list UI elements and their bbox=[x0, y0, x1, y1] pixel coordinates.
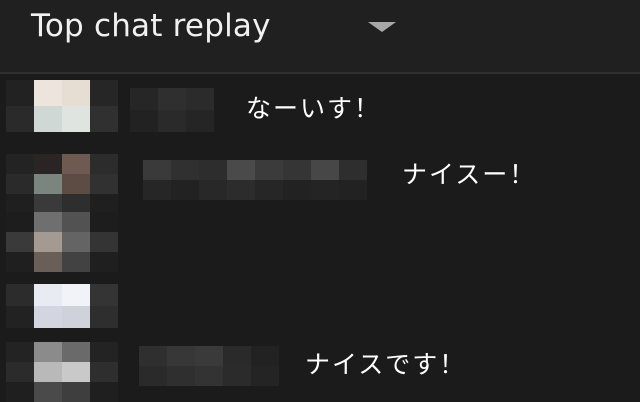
chat-message-text: ナイスです！ bbox=[305, 350, 467, 379]
chat-message-list[interactable]: なーいす！ ナイスー！ ナイスです！ bbox=[0, 74, 640, 402]
avatar[interactable] bbox=[6, 212, 118, 272]
author-name[interactable] bbox=[130, 88, 214, 132]
chat-message: なーいす！ bbox=[0, 74, 640, 134]
chat-mode-title[interactable]: Top chat replay bbox=[31, 6, 271, 46]
chat-message-text: ナイスー！ bbox=[402, 160, 537, 189]
avatar[interactable] bbox=[6, 80, 118, 132]
chat-message: ナイスです！ bbox=[0, 338, 640, 402]
avatar[interactable] bbox=[6, 154, 118, 214]
avatar[interactable] bbox=[6, 284, 118, 328]
author-name[interactable] bbox=[139, 346, 279, 386]
dropdown-caret-icon[interactable] bbox=[368, 22, 396, 32]
chat-message-text: なーいす！ bbox=[246, 94, 382, 123]
chat-header: Top chat replay bbox=[0, 0, 640, 74]
chat-message bbox=[0, 212, 640, 272]
chat-message bbox=[0, 278, 640, 338]
avatar[interactable] bbox=[6, 342, 118, 402]
author-name[interactable] bbox=[143, 160, 367, 200]
chat-message: ナイスー！ bbox=[0, 150, 640, 214]
